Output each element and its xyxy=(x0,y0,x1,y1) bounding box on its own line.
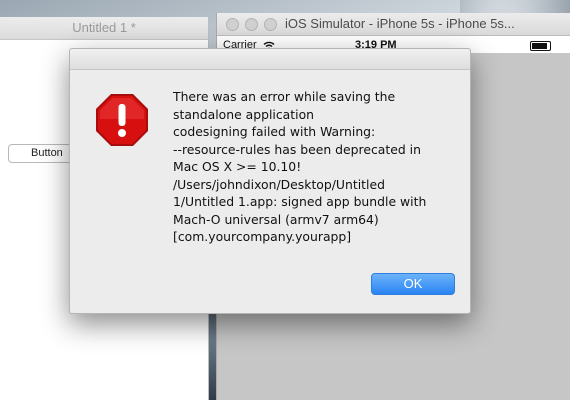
close-window-button[interactable] xyxy=(226,18,239,31)
error-alert-dialog: There was an error while saving the stan… xyxy=(69,48,471,314)
error-stop-icon xyxy=(96,94,148,146)
battery-icon xyxy=(530,41,551,51)
minimize-window-button[interactable] xyxy=(245,18,258,31)
alert-message: There was an error while saving the stan… xyxy=(173,89,427,244)
simulator-window-titlebar[interactable]: iOS Simulator - iPhone 5s - iPhone 5s... xyxy=(217,13,570,36)
zoom-window-button[interactable] xyxy=(264,18,277,31)
document-window-title: Untitled 1 * xyxy=(72,20,136,35)
document-window-titlebar[interactable]: Untitled 1 * xyxy=(0,17,208,40)
alert-titlebar xyxy=(70,49,470,70)
ok-button[interactable]: OK xyxy=(371,273,455,295)
simulator-window-title: iOS Simulator - iPhone 5s - iPhone 5s... xyxy=(285,16,515,31)
